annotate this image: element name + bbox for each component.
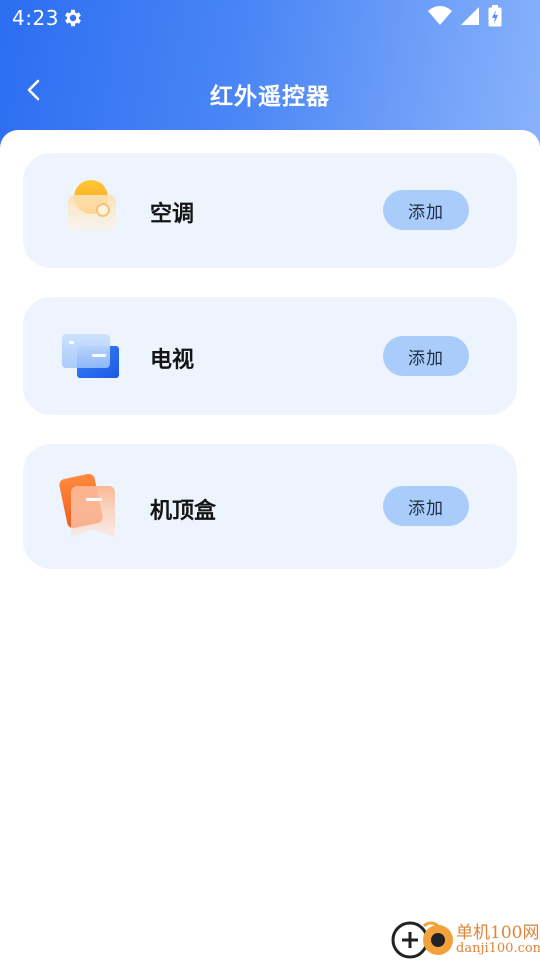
- settings-gear-icon: [62, 7, 84, 29]
- device-list: 空调 添加 电视 添加 机顶盒 添加: [0, 130, 540, 960]
- watermark-logo-icon: [390, 918, 456, 960]
- watermark: 单机100网 danji100.com: [390, 918, 540, 960]
- add-television-button[interactable]: 添加: [383, 336, 469, 376]
- device-label: 空调: [150, 202, 195, 227]
- device-card-set-top-box: 机顶盒 添加: [23, 444, 517, 569]
- wifi-icon: [428, 6, 452, 30]
- status-bar: 4:23: [0, 0, 540, 36]
- device-card-television: 电视 添加: [23, 297, 517, 415]
- nav-bar: 红外遥控器: [0, 62, 540, 122]
- watermark-url: danji100.com: [456, 941, 540, 956]
- television-icon: [59, 324, 123, 388]
- status-icons: [428, 5, 502, 31]
- battery-charging-icon: [488, 5, 502, 31]
- page-title: 红外遥控器: [210, 84, 330, 110]
- header-background: 4:23 红外遥控器: [0, 0, 540, 150]
- add-air-conditioner-button[interactable]: 添加: [383, 190, 469, 230]
- device-card-air-conditioner: 空调 添加: [23, 153, 517, 268]
- status-time: 4:23: [12, 6, 59, 30]
- device-label: 机顶盒: [150, 499, 217, 524]
- air-conditioner-icon: [59, 178, 123, 242]
- device-label: 电视: [150, 348, 195, 373]
- cellular-signal-icon: [460, 6, 480, 30]
- add-set-top-box-button[interactable]: 添加: [383, 486, 469, 526]
- set-top-box-icon: [59, 472, 123, 542]
- watermark-title: 单机100网: [456, 923, 540, 943]
